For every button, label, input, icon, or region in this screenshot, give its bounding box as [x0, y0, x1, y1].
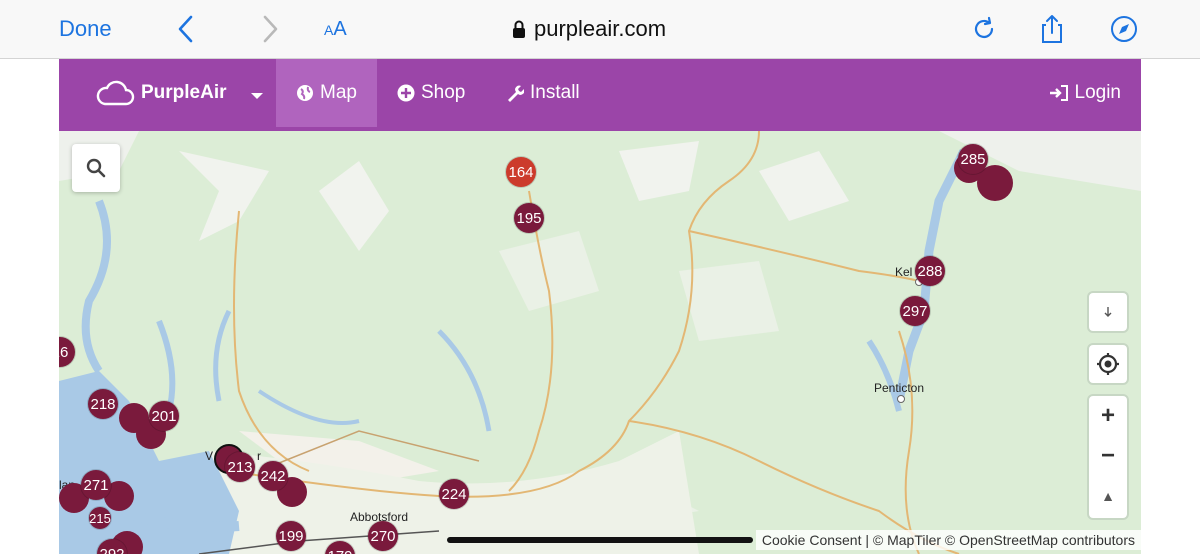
brand-logo[interactable]: PurpleAir [95, 79, 227, 107]
nav-map[interactable]: Map [276, 59, 377, 127]
zoom-in-button[interactable]: + [1089, 396, 1127, 436]
lock-icon [513, 20, 525, 38]
zoom-out-button[interactable]: − [1089, 436, 1127, 476]
compass-reset-button[interactable]: ▲ [1089, 476, 1127, 516]
sensor-marker[interactable]: 242 [258, 461, 288, 491]
map-attribution[interactable]: Cookie Consent | © MapTiler © OpenStreet… [755, 530, 1141, 550]
arrow-down-icon [1104, 307, 1112, 317]
sensor-marker[interactable]: 199 [276, 521, 306, 551]
forward-chevron-icon[interactable] [260, 14, 280, 44]
sensor-marker[interactable]: 224 [439, 479, 469, 509]
map-download-button[interactable] [1087, 291, 1129, 333]
share-icon[interactable] [1037, 14, 1067, 44]
city-label-penticton: Penticton [874, 381, 925, 395]
zoom-control: + − ▲ [1087, 394, 1129, 520]
sensor-marker[interactable]: 213 [225, 452, 255, 482]
map-search-button[interactable] [72, 144, 120, 192]
city-label-vancouver-start: V [205, 449, 214, 463]
sensor-marker[interactable]: 201 [149, 401, 179, 431]
plus-circle-icon [397, 84, 415, 102]
brand-name: PurpleAir [141, 82, 227, 103]
browser-toolbar: Done AA purpleair.com [0, 0, 1200, 59]
site-navbar: PurpleAir Map Shop Install Login [59, 59, 1141, 131]
map-locate-button[interactable] [1087, 343, 1129, 385]
sensor-marker[interactable]: 297 [900, 296, 930, 326]
home-indicator [447, 537, 753, 543]
sensor-marker[interactable]: 270 [368, 521, 398, 551]
nav-install[interactable]: Install [486, 59, 600, 127]
map-base-layer [59, 131, 1141, 554]
nav-shop[interactable]: Shop [377, 59, 485, 127]
sensor-marker[interactable]: 271 [81, 470, 111, 500]
sensor-marker[interactable]: 215 [89, 507, 111, 529]
sensor-marker[interactable]: 285 [958, 144, 988, 174]
sign-in-icon [1049, 85, 1068, 101]
wrench-icon [508, 85, 524, 102]
city-label-vancouver-end: r [257, 449, 261, 463]
sensor-marker[interactable]: 164 [506, 157, 536, 187]
reload-icon[interactable] [969, 14, 999, 44]
brand-dropdown-caret[interactable] [251, 93, 263, 99]
sensor-marker[interactable]: 288 [915, 256, 945, 286]
cloud-icon [96, 80, 135, 106]
login-link[interactable]: Login [1049, 59, 1121, 127]
city-label-kelowna: Kel [895, 265, 913, 279]
done-button[interactable]: Done [59, 16, 112, 42]
url-text: purpleair.com [534, 16, 667, 41]
compass-icon[interactable] [1109, 14, 1139, 44]
crosshair-icon [1097, 353, 1119, 375]
back-chevron-icon[interactable] [176, 14, 196, 44]
globe-icon [297, 85, 313, 101]
air-quality-map[interactable]: Kel Penticton Abbotsford V r lan 164 195… [59, 131, 1141, 554]
text-size-button[interactable]: AA [324, 18, 347, 41]
search-icon [86, 158, 106, 178]
sensor-marker[interactable]: 195 [514, 203, 544, 233]
sensor-marker[interactable]: 218 [88, 389, 118, 419]
address-bar[interactable]: purpleair.com [512, 16, 666, 42]
